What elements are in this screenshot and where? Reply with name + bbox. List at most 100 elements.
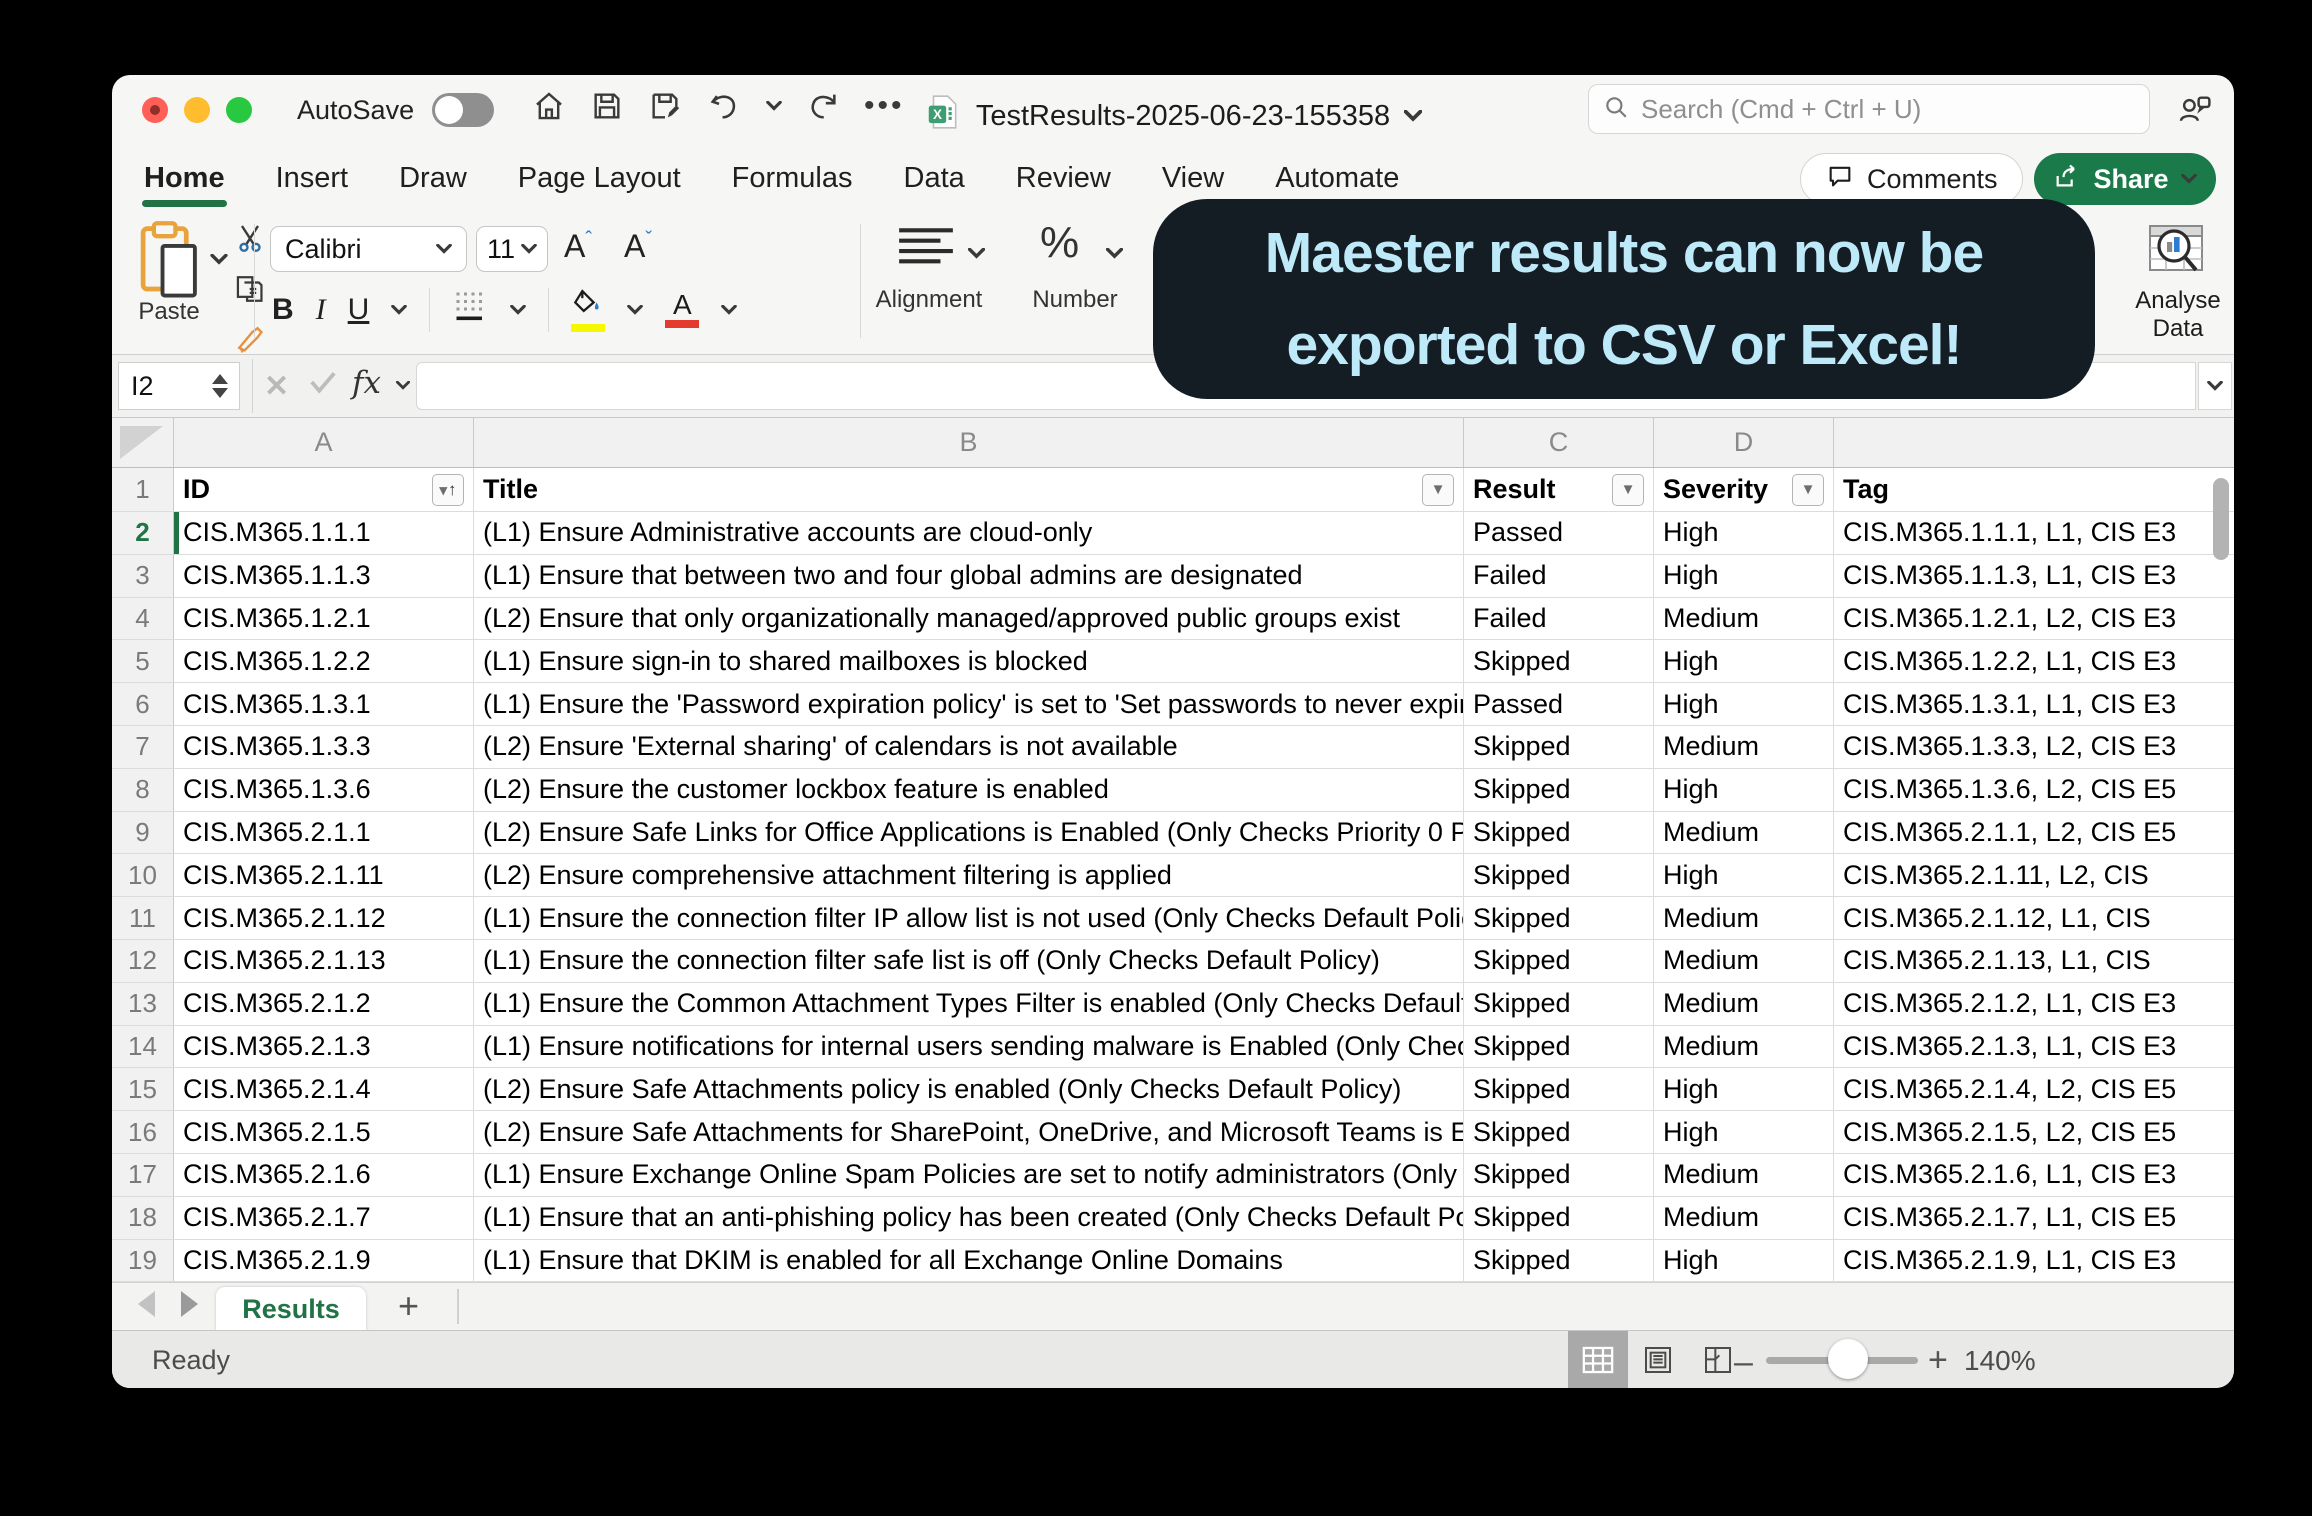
cell-tag[interactable]: CIS.M365.2.1.7, L1, CIS E5 bbox=[1834, 1197, 2234, 1239]
cell-id[interactable]: CIS.M365.2.1.2 bbox=[174, 983, 474, 1025]
row-number[interactable]: 10 bbox=[112, 854, 174, 896]
tab-page-layout[interactable]: Page Layout bbox=[516, 148, 683, 209]
cancel-icon[interactable]: ✕ bbox=[264, 369, 289, 404]
bold-button[interactable]: B bbox=[272, 293, 294, 327]
cell-severity[interactable]: High bbox=[1654, 1068, 1834, 1110]
sheet-tab-results[interactable]: Results bbox=[216, 1287, 366, 1331]
title-filter-button[interactable]: ▼ bbox=[1422, 474, 1454, 506]
cell-result[interactable]: Skipped bbox=[1464, 769, 1654, 811]
normal-view-button[interactable] bbox=[1568, 1331, 1628, 1388]
cell-id[interactable]: CIS.M365.1.2.1 bbox=[174, 598, 474, 640]
header-cell-id[interactable]: ID ▾↑ bbox=[174, 468, 474, 511]
column-header-a[interactable]: A bbox=[174, 418, 474, 467]
cell-tag[interactable]: CIS.M365.1.2.1, L2, CIS E3 bbox=[1834, 598, 2234, 640]
enter-check-icon[interactable] bbox=[308, 369, 338, 400]
page-layout-view-button[interactable] bbox=[1628, 1331, 1688, 1388]
cell-id[interactable]: CIS.M365.1.3.3 bbox=[174, 726, 474, 768]
cell-severity[interactable]: Medium bbox=[1654, 1026, 1834, 1068]
share-button[interactable]: Share bbox=[2034, 153, 2216, 205]
number-chevron-icon[interactable] bbox=[1106, 248, 1123, 259]
cell-result[interactable]: Skipped bbox=[1464, 1240, 1654, 1282]
next-sheet-arrow-icon[interactable] bbox=[181, 1291, 198, 1317]
cell-title[interactable]: (L1) Ensure notifications for internal u… bbox=[474, 1026, 1464, 1068]
cell-id[interactable]: CIS.M365.2.1.4 bbox=[174, 1068, 474, 1110]
column-header-d[interactable]: D bbox=[1654, 418, 1834, 467]
search-input[interactable] bbox=[1641, 94, 2135, 125]
zoom-out-button[interactable]: – bbox=[1734, 1343, 1753, 1382]
paste-dropdown-chevron-icon[interactable] bbox=[210, 254, 228, 265]
row-number[interactable]: 7 bbox=[112, 726, 174, 768]
cell-id[interactable]: CIS.M365.2.1.5 bbox=[174, 1111, 474, 1153]
cell-title[interactable]: (L2) Ensure comprehensive attachment fil… bbox=[474, 854, 1464, 896]
result-filter-button[interactable]: ▼ bbox=[1612, 474, 1644, 506]
cell-tag[interactable]: CIS.M365.2.1.6, L1, CIS E3 bbox=[1834, 1154, 2234, 1196]
cell-id[interactable]: CIS.M365.2.1.1 bbox=[174, 812, 474, 854]
cell-id[interactable]: CIS.M365.2.1.12 bbox=[174, 897, 474, 939]
row-number[interactable]: 19 bbox=[112, 1240, 174, 1282]
column-header-e[interactable] bbox=[1834, 418, 2234, 467]
cell-result[interactable]: Skipped bbox=[1464, 983, 1654, 1025]
row-number[interactable]: 17 bbox=[112, 1154, 174, 1196]
borders-chevron-icon[interactable] bbox=[510, 305, 526, 315]
analyse-data-button[interactable]: AnalyseData bbox=[2128, 222, 2228, 343]
cell-severity[interactable]: High bbox=[1654, 512, 1834, 554]
cell-result[interactable]: Skipped bbox=[1464, 1111, 1654, 1153]
add-sheet-button[interactable]: + bbox=[398, 1285, 419, 1327]
cell-severity[interactable]: Medium bbox=[1654, 897, 1834, 939]
cell-id[interactable]: CIS.M365.1.1.1 bbox=[174, 512, 474, 554]
decrease-font-size-button[interactable]: Aˇ bbox=[624, 228, 652, 265]
cell-severity[interactable]: High bbox=[1654, 1240, 1834, 1282]
row-number[interactable]: 18 bbox=[112, 1197, 174, 1239]
row-number[interactable]: 4 bbox=[112, 598, 174, 640]
cell-tag[interactable]: CIS.M365.2.1.2, L1, CIS E3 bbox=[1834, 983, 2234, 1025]
alignment-chevron-icon[interactable] bbox=[968, 248, 985, 259]
borders-icon[interactable] bbox=[452, 288, 488, 332]
comments-button[interactable]: Comments bbox=[1800, 153, 2023, 205]
cell-severity[interactable]: Medium bbox=[1654, 812, 1834, 854]
tab-insert[interactable]: Insert bbox=[274, 148, 351, 209]
cell-id[interactable]: CIS.M365.1.3.6 bbox=[174, 769, 474, 811]
id-sort-filter-button[interactable]: ▾↑ bbox=[432, 474, 464, 506]
row-number[interactable]: 1 bbox=[112, 468, 174, 511]
header-cell-tag[interactable]: Tag bbox=[1834, 468, 2234, 511]
cell-id[interactable]: CIS.M365.2.1.7 bbox=[174, 1197, 474, 1239]
italic-button[interactable]: I bbox=[316, 293, 326, 327]
underline-chevron-icon[interactable] bbox=[391, 305, 407, 315]
cell-result[interactable]: Skipped bbox=[1464, 726, 1654, 768]
cell-title[interactable]: (L1) Ensure that DKIM is enabled for all… bbox=[474, 1240, 1464, 1282]
cell-tag[interactable]: CIS.M365.2.1.3, L1, CIS E3 bbox=[1834, 1026, 2234, 1068]
cell-title[interactable]: (L1) Ensure sign-in to shared mailboxes … bbox=[474, 640, 1464, 682]
cell-id[interactable]: CIS.M365.2.1.3 bbox=[174, 1026, 474, 1068]
cell-result[interactable]: Skipped bbox=[1464, 1154, 1654, 1196]
cell-tag[interactable]: CIS.M365.2.1.9, L1, CIS E3 bbox=[1834, 1240, 2234, 1282]
search-box[interactable] bbox=[1588, 84, 2150, 134]
cell-result[interactable]: Skipped bbox=[1464, 1068, 1654, 1110]
number-format-icon[interactable]: % bbox=[1040, 218, 1079, 268]
tab-formulas[interactable]: Formulas bbox=[730, 148, 855, 209]
cell-result[interactable]: Skipped bbox=[1464, 854, 1654, 896]
cell-result[interactable]: Skipped bbox=[1464, 940, 1654, 982]
cell-title[interactable]: (L1) Ensure the connection filter IP all… bbox=[474, 897, 1464, 939]
tab-home[interactable]: Home bbox=[142, 148, 227, 209]
cell-tag[interactable]: CIS.M365.1.3.6, L2, CIS E5 bbox=[1834, 769, 2234, 811]
column-header-b[interactable]: B bbox=[474, 418, 1464, 467]
cell-id[interactable]: CIS.M365.2.1.13 bbox=[174, 940, 474, 982]
cut-icon[interactable] bbox=[234, 222, 266, 259]
cell-title[interactable]: (L2) Ensure the customer lockbox feature… bbox=[474, 769, 1464, 811]
fx-chevron-icon[interactable] bbox=[396, 381, 410, 390]
cell-tag[interactable]: CIS.M365.2.1.5, L2, CIS E5 bbox=[1834, 1111, 2234, 1153]
severity-filter-button[interactable]: ▼ bbox=[1792, 474, 1824, 506]
cell-title[interactable]: (L2) Ensure that only organizationally m… bbox=[474, 598, 1464, 640]
cell-tag[interactable]: CIS.M365.2.1.12, L1, CIS bbox=[1834, 897, 2234, 939]
row-number[interactable]: 8 bbox=[112, 769, 174, 811]
tab-data[interactable]: Data bbox=[902, 148, 967, 209]
cell-tag[interactable]: CIS.M365.1.2.2, L1, CIS E3 bbox=[1834, 640, 2234, 682]
tab-review[interactable]: Review bbox=[1014, 148, 1113, 209]
cell-title[interactable]: (L2) Ensure Safe Links for Office Applic… bbox=[474, 812, 1464, 854]
font-name-select[interactable]: Calibri bbox=[270, 226, 467, 272]
row-number[interactable]: 2 bbox=[112, 512, 174, 554]
previous-sheet-arrow-icon[interactable] bbox=[138, 1291, 155, 1317]
row-number[interactable]: 15 bbox=[112, 1068, 174, 1110]
cell-severity[interactable]: Medium bbox=[1654, 1197, 1834, 1239]
cell-severity[interactable]: Medium bbox=[1654, 940, 1834, 982]
